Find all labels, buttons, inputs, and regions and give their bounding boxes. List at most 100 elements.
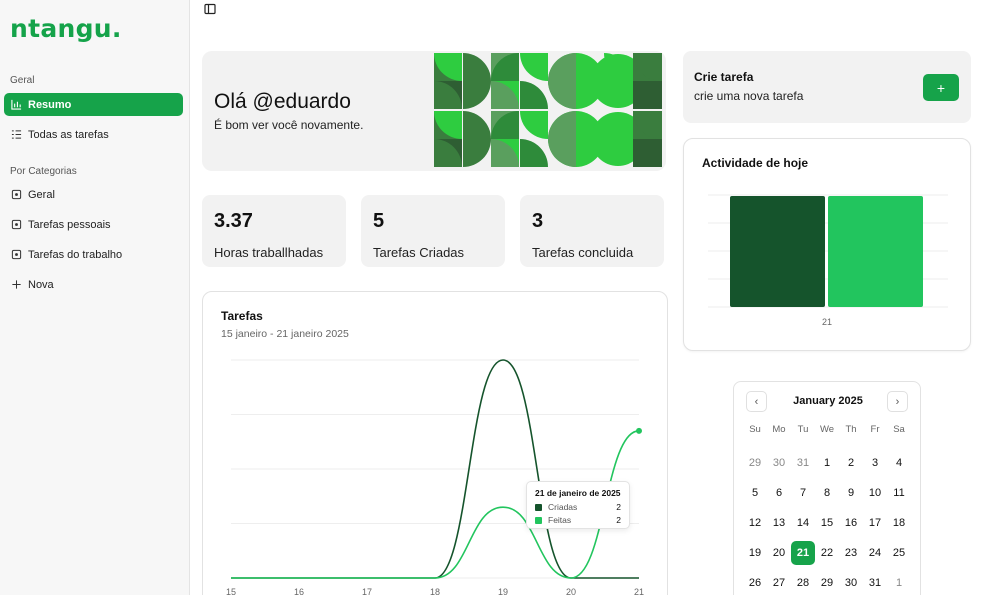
create-task-title: Crie tarefa — [694, 70, 754, 84]
calendar-day[interactable]: 4 — [887, 451, 911, 475]
sidebar-toggle-icon[interactable] — [203, 2, 217, 16]
activity-bar-feitas — [828, 196, 923, 307]
sidebar-item-resumo[interactable]: Resumo — [4, 93, 183, 116]
stat-value: 3 — [532, 210, 544, 232]
weekday-header: We — [819, 423, 835, 435]
x-tick-label: 17 — [362, 587, 372, 595]
calendar-day[interactable]: 9 — [839, 481, 863, 505]
calendar-day[interactable]: 27 — [767, 571, 791, 595]
x-tick-label: 19 — [498, 587, 508, 595]
stat-label: Tarefas Criadas — [373, 245, 465, 260]
sidebar-item-nova[interactable]: Nova — [4, 273, 183, 296]
square-dot-icon — [10, 219, 22, 231]
calendar-day[interactable]: 12 — [743, 511, 767, 535]
activity-x-label: 21 — [822, 317, 832, 327]
stat-value: 3.37 — [214, 210, 253, 232]
calendar-day[interactable]: 7 — [791, 481, 815, 505]
weekday-header: Su — [749, 423, 761, 435]
calendar-day[interactable]: 18 — [887, 511, 911, 535]
calendar-day[interactable]: 24 — [863, 541, 887, 565]
sidebar-item-label: Tarefas pessoais — [28, 218, 111, 231]
stat-label: Tarefas concluida — [532, 245, 634, 260]
list-icon — [10, 129, 22, 141]
calendar-day[interactable]: 23 — [839, 541, 863, 565]
calendar-day[interactable]: 20 — [767, 541, 791, 565]
calendar-day[interactable]: 30 — [839, 571, 863, 595]
weekday-header: Tu — [797, 423, 809, 435]
legend-swatch — [535, 516, 542, 524]
sidebar-item-tarefas-pessoais[interactable]: Tarefas pessoais — [4, 213, 183, 236]
x-tick-label: 16 — [294, 587, 304, 595]
bar-chart-icon — [10, 99, 22, 111]
calendar-day[interactable]: 22 — [815, 541, 839, 565]
weekday-header: Mo — [772, 423, 786, 435]
greeting-title: Olá @eduardo — [214, 90, 351, 113]
stat-horas-trabalhadas: 3.37 Horas traballhadas — [202, 195, 346, 267]
activity-bar-criadas — [730, 196, 825, 307]
sidebar-item-geral[interactable]: Geral — [4, 183, 183, 206]
x-tick-label: 20 — [566, 587, 576, 595]
calendar-grid: Su Mo Tu We Th Fr Sa 29 30 31 1 2 3 4 5 6 7 8 9 10 11 12 13 14 1… — [743, 418, 911, 595]
sidebar-item-label: Nova — [28, 278, 54, 291]
calendar-day[interactable]: 2 — [839, 451, 863, 475]
sidebar-item-tarefas-do-trabalho[interactable]: Tarefas do trabalho — [4, 243, 183, 266]
square-dot-icon — [10, 249, 22, 261]
tooltip-row-criadas: Criadas 2 — [535, 502, 621, 512]
calendar-day[interactable]: 3 — [863, 451, 887, 475]
calendar-day[interactable]: 13 — [767, 511, 791, 535]
sidebar-item-label: Tarefas do trabalho — [28, 248, 123, 261]
calendar-day[interactable]: 16 — [839, 511, 863, 535]
calendar-day[interactable]: 30 — [767, 451, 791, 475]
create-task-card: Crie tarefa crie uma nova tarefa + — [683, 51, 971, 123]
tooltip-row-feitas: Feitas 2 — [535, 515, 621, 525]
calendar-day[interactable]: 1 — [887, 571, 911, 595]
sidebar-section-geral: Geral — [10, 75, 35, 86]
calendar-day[interactable]: 25 — [887, 541, 911, 565]
x-tick-label: 18 — [430, 587, 440, 595]
stat-label: Horas traballhadas — [214, 245, 324, 260]
stat-value: 5 — [373, 210, 385, 232]
sidebar: ntangu. Geral Resumo Todas as tarefas Po… — [0, 0, 190, 595]
tooltip-series-value: 2 — [616, 515, 621, 525]
calendar-day[interactable]: 15 — [815, 511, 839, 535]
calendar-day[interactable]: 31 — [863, 571, 887, 595]
calendar-day[interactable]: 21 — [791, 541, 815, 565]
tooltip-series-name: Criadas — [548, 502, 578, 512]
calendar-day[interactable]: 10 — [863, 481, 887, 505]
calendar-day[interactable]: 14 — [791, 511, 815, 535]
calendar-day[interactable]: 31 — [791, 451, 815, 475]
calendar-day[interactable]: 1 — [815, 451, 839, 475]
calendar-day[interactable]: 29 — [743, 451, 767, 475]
calendar-day[interactable]: 26 — [743, 571, 767, 595]
chart-tooltip: 21 de janeiro de 2025 Criadas 2 Feitas 2 — [526, 481, 630, 529]
add-task-button[interactable]: + — [923, 74, 959, 101]
calendar-day[interactable]: 28 — [791, 571, 815, 595]
sidebar-item-label: Geral — [28, 188, 55, 201]
legend-swatch — [535, 503, 542, 511]
sidebar-item-todas-as-tarefas[interactable]: Todas as tarefas — [4, 123, 183, 146]
calendar-day[interactable]: 19 — [743, 541, 767, 565]
x-tick-label: 15 — [226, 587, 236, 595]
calendar-day[interactable]: 6 — [767, 481, 791, 505]
tooltip-series-name: Feitas — [548, 515, 572, 525]
stat-tarefas-criadas: 5 Tarefas Criadas — [361, 195, 505, 267]
calendar-day[interactable]: 17 — [863, 511, 887, 535]
tasks-line-chart[interactable]: 15 16 17 18 19 20 21 — [203, 292, 669, 595]
next-month-button[interactable]: › — [887, 391, 908, 412]
app-root: ntangu. Geral Resumo Todas as tarefas Po… — [0, 0, 981, 595]
weekday-header: Fr — [870, 423, 880, 435]
calendar-day[interactable]: 5 — [743, 481, 767, 505]
calendar-day[interactable]: 29 — [815, 571, 839, 595]
app-logo[interactable]: ntangu. — [10, 14, 122, 43]
calendar-day[interactable]: 8 — [815, 481, 839, 505]
sidebar-item-label: Todas as tarefas — [28, 128, 109, 141]
calendar-day[interactable]: 11 — [887, 481, 911, 505]
weekday-header: Th — [845, 423, 857, 435]
tooltip-series-value: 2 — [616, 502, 621, 512]
calendar: ‹ January 2025 › Su Mo Tu We Th Fr Sa 29 30 31 1 2 3… — [733, 381, 921, 595]
activity-bar-chart: 21 — [708, 194, 948, 327]
stat-tarefas-concluidas: 3 Tarefas concluida — [520, 195, 664, 267]
greeting-subtitle: É bom ver você novamente. — [214, 118, 364, 132]
sidebar-section-categorias: Por Categorias — [10, 166, 77, 177]
activity-today-card: Actividade de hoje 21 — [683, 138, 971, 351]
